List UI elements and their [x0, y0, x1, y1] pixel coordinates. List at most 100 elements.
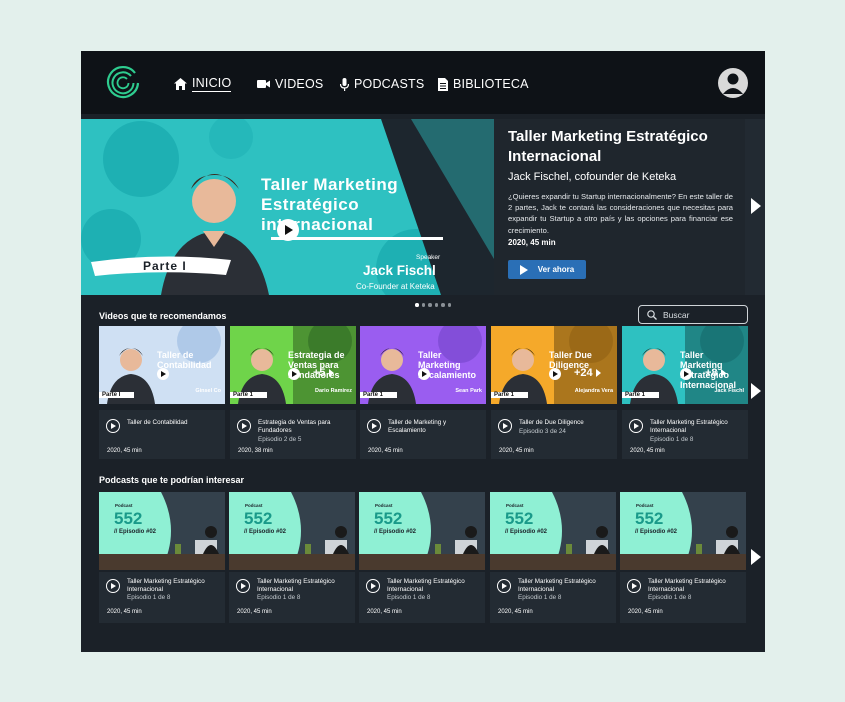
search-placeholder: Buscar	[663, 309, 690, 320]
thumbnail-play-icon[interactable]	[549, 368, 561, 380]
podcast-thumbnail[interactable]: Podcast 552// Episodio #02	[229, 492, 355, 570]
podcast-number: 552	[374, 509, 403, 528]
nav-item-inicio[interactable]: INICIO	[174, 75, 232, 93]
nav-item-biblioteca[interactable]: BIBLIOTECA	[438, 75, 529, 93]
podcast-card[interactable]: Podcast 552// Episodio #02 Taller Marketin…	[620, 492, 746, 625]
podcast-episode: Episodio 1 de 8	[127, 594, 171, 601]
video-meta: 2020, 45 min	[630, 448, 665, 454]
video-meta: 2020, 45 min	[499, 448, 534, 454]
nav-item-videos[interactable]: VIDEOS	[257, 75, 323, 93]
hero-speaker-role: Co-Founder at Keteka	[356, 282, 435, 291]
nav-item-podcasts[interactable]: PODCASTS	[340, 75, 424, 93]
play-circle-icon[interactable]	[366, 579, 380, 593]
podcast-number: 552	[505, 509, 534, 528]
video-card[interactable]: Taller de Contabilidad Parte I Ginsel Co Ta…	[99, 326, 225, 459]
video-card[interactable]: Estrategia de Ventas para Fundadores Part…	[230, 326, 356, 459]
video-meta: 2020, 45 min	[107, 448, 142, 454]
podcast-thumbnail[interactable]: Podcast 552// Episodio #02	[490, 492, 616, 570]
video-thumbnail[interactable]: Taller Due Diligence Parte 1 Alejandra Ver…	[491, 326, 617, 404]
video-thumbnail[interactable]: Taller Marketing Estratégico Internacion…	[622, 326, 748, 404]
video-title: Taller Marketing Estratégico Internacion…	[650, 419, 728, 434]
watch-now-label: Ver ahora	[537, 265, 575, 274]
podcast-thumbnail[interactable]: Podcast 552// Episodio #02	[99, 492, 225, 570]
podcast-card[interactable]: Podcast 552// Episodio #02 Taller Marketin…	[229, 492, 355, 625]
podcast-card[interactable]: Podcast 552// Episodio #02 Taller Marketin…	[490, 492, 616, 625]
search-icon	[647, 309, 657, 320]
podcast-meta: 2020, 45 min	[367, 609, 402, 615]
podcast-label: Podcast	[375, 503, 393, 508]
watch-now-button[interactable]: Ver ahora	[508, 260, 586, 279]
user-avatar-icon[interactable]	[718, 68, 748, 98]
carousel-dot[interactable]	[441, 303, 445, 307]
podcast-card-info: Taller Marketing Estratégico Internacion…	[99, 572, 225, 623]
video-card-info: Taller de Contabilidad 2020, 45 min	[99, 410, 225, 459]
play-circle-icon[interactable]	[629, 419, 643, 433]
podcast-title: Taller Marketing Estratégico Internacion…	[387, 578, 465, 593]
play-circle-icon[interactable]	[367, 419, 381, 433]
hero-part-tag: Parte I	[143, 259, 187, 273]
thumbnail-play-icon[interactable]	[418, 368, 430, 380]
top-navbar: INICIO VIDEOS PODCASTS BIBLIOTECA	[81, 51, 765, 114]
video-card[interactable]: Taller Marketing Estratégico Internacion…	[622, 326, 748, 459]
play-circle-icon[interactable]	[236, 579, 250, 593]
podcast-title: Taller Marketing Estratégico Internacion…	[257, 578, 335, 593]
video-thumbnail[interactable]: Taller de Contabilidad Parte I Ginsel Co	[99, 326, 225, 404]
thumbnail-play-icon[interactable]	[680, 368, 692, 380]
play-circle-icon[interactable]	[627, 579, 641, 593]
hero-next-arrow-icon[interactable]	[751, 198, 761, 214]
thumbnail-title: Taller de Contabilidad	[157, 350, 212, 370]
podcast-thumbnail[interactable]: Podcast 552// Episodio #02	[620, 492, 746, 570]
carousel-dot[interactable]	[447, 303, 451, 307]
video-card-info: Taller de Due Diligence Episodio 3 de 24 2…	[491, 410, 617, 459]
thumbnail-speaker: Sean Park	[455, 388, 482, 394]
play-circle-icon[interactable]	[497, 579, 511, 593]
play-circle-icon[interactable]	[237, 419, 251, 433]
thumbnail-part-tag: Parte 1	[491, 392, 529, 398]
brand-logo-icon[interactable]	[105, 65, 141, 101]
podcast-episode-tag: // Episodio #02	[114, 529, 157, 535]
play-circle-icon[interactable]	[498, 419, 512, 433]
play-circle-icon[interactable]	[106, 579, 120, 593]
podcast-card[interactable]: Podcast 552// Episodio #02 Taller Marketin…	[359, 492, 485, 625]
carousel-dot[interactable]	[434, 303, 438, 307]
podcast-card-info: Taller Marketing Estratégico Internacion…	[229, 572, 355, 623]
hero-banner: Taller Marketing Estratégico internacion…	[81, 119, 745, 295]
episode-count: +5	[313, 367, 326, 379]
videos-next-arrow-icon[interactable]	[751, 383, 761, 399]
play-icon	[285, 225, 293, 235]
hero-speaker-name: Jack Fischl	[363, 263, 436, 278]
podcast-label: Podcast	[506, 503, 524, 508]
more-episodes-badge[interactable]: +8	[705, 367, 726, 379]
video-meta: 2020, 38 min	[238, 448, 273, 454]
video-card[interactable]: Taller Due Diligence Parte 1 Alejandra Ver…	[491, 326, 617, 459]
video-title: Taller de Contabilidad	[127, 419, 188, 426]
episode-count: +24	[574, 367, 593, 379]
search-input[interactable]: Buscar	[638, 305, 748, 324]
video-card[interactable]: Taller Marketing Escalamiento Parte 1 Sean…	[360, 326, 486, 459]
more-episodes-badge[interactable]: +5	[313, 367, 334, 379]
carousel-dot[interactable]	[415, 303, 419, 307]
hero-play-button[interactable]	[277, 219, 299, 241]
more-episodes-badge[interactable]: +24	[574, 367, 601, 379]
hero-image[interactable]: Taller Marketing Estratégico internacion…	[81, 119, 494, 295]
podcast-thumbnail[interactable]: Podcast 552// Episodio #02	[359, 492, 485, 570]
play-circle-icon[interactable]	[106, 419, 120, 433]
carousel-dot[interactable]	[428, 303, 432, 307]
podcast-card-info: Taller Marketing Estratégico Internacion…	[359, 572, 485, 623]
carousel-dot[interactable]	[421, 303, 425, 307]
video-camera-icon	[257, 80, 270, 88]
video-thumbnail[interactable]: Estrategia de Ventas para Fundadores Part…	[230, 326, 356, 404]
nav-label: VIDEOS	[275, 77, 324, 91]
hero-info-panel: Taller Marketing Estratégico Internacion…	[494, 119, 745, 295]
video-thumbnail[interactable]: Taller Marketing Escalamiento Parte 1 Sean…	[360, 326, 486, 404]
podcasts-next-arrow-icon[interactable]	[751, 549, 761, 565]
podcast-meta: 2020, 45 min	[237, 609, 272, 615]
podcast-card[interactable]: Podcast 552// Episodio #02 Taller Marketin…	[99, 492, 225, 625]
thumbnail-speaker: Alejandra Vera	[574, 388, 613, 394]
thumbnail-play-icon[interactable]	[157, 368, 169, 380]
thumbnail-play-icon[interactable]	[288, 368, 300, 380]
thumbnail-speaker: Jack Fischl	[714, 388, 744, 394]
video-title: Taller de Marketing y Escalamiento	[388, 419, 447, 434]
podcast-meta: 2020, 45 min	[107, 609, 142, 615]
chevron-right-icon	[328, 369, 334, 377]
